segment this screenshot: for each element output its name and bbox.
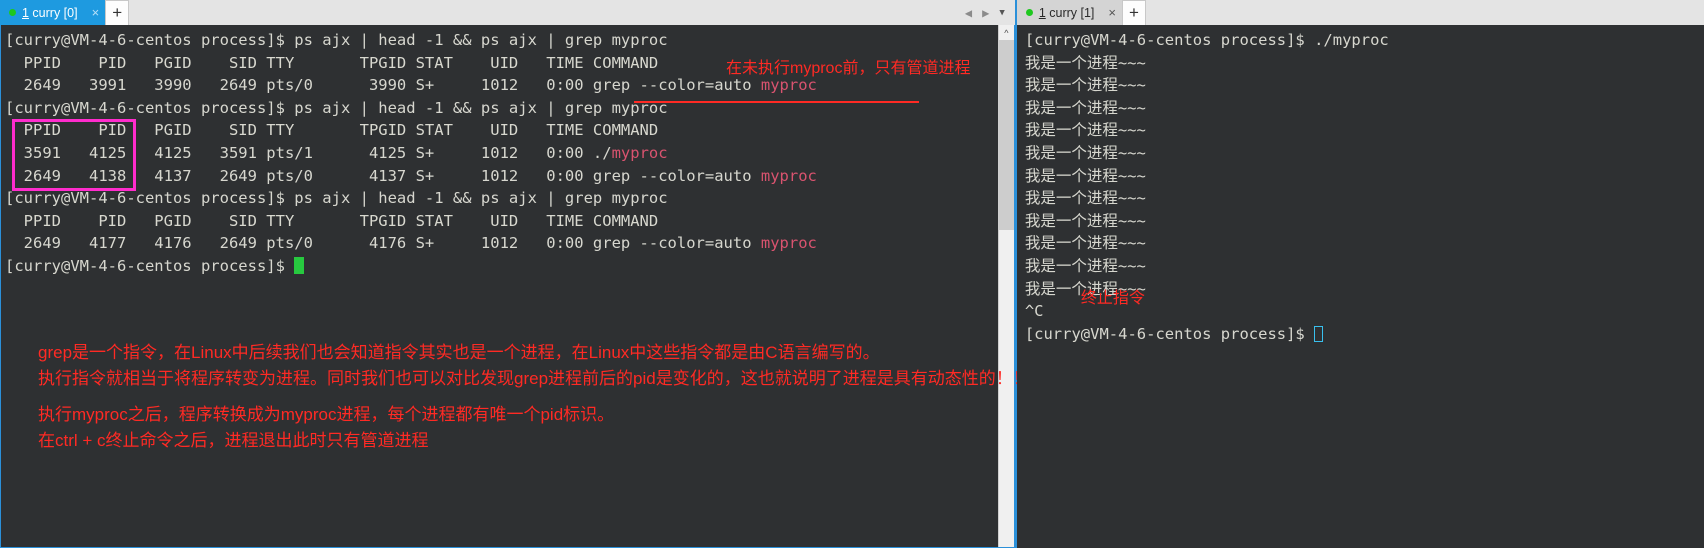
- left-pane: 1 curry [0] × + ◀ ▶ ▼ [curry@VM-4-6-cent…: [0, 0, 1030, 548]
- terminal-text: PPID PID PGID SID TTY TPGID STAT UID TIM…: [5, 121, 659, 140]
- left-scrollbar[interactable]: ^: [997, 25, 1014, 547]
- tabstrip-filler: [1145, 0, 1704, 25]
- left-terminal-wrap: [curry@VM-4-6-centos process]$ ps ajx | …: [0, 25, 1015, 548]
- terminal-line: 我是一个进程~~~: [1025, 74, 1704, 97]
- terminal-line: [curry@VM-4-6-centos process]$ ./myproc: [1025, 29, 1704, 52]
- terminal-text: 我是一个进程~~~: [1024, 189, 1146, 208]
- annotation-body-line-1: grep是一个指令，在Linux中后续我们也会知道指令其实也是一个进程，在Lin…: [38, 343, 880, 362]
- terminal-cursor: [294, 256, 305, 274]
- terminal-text: 3591 4125 4125 3591 pts/1 4125 S+ 1012 0…: [5, 143, 612, 162]
- terminal-line: [curry@VM-4-6-centos process]$ ps ajx | …: [5, 187, 998, 210]
- terminal-text: [curry@VM-4-6-centos process]$ ./myproc: [1024, 31, 1389, 49]
- terminal-text: PPID PID PGID SID TTY TPGID STAT UID TIM…: [5, 53, 659, 72]
- new-tab-button[interactable]: +: [105, 0, 130, 25]
- terminal-line: 我是一个进程~~~: [1025, 165, 1704, 188]
- terminal-line: 我是一个进程~~~: [1025, 97, 1704, 120]
- terminal-text: 我是一个进程~~~: [1024, 234, 1146, 253]
- terminal-line: 我是一个进程~~~: [1025, 119, 1704, 142]
- nav-forward-icon[interactable]: ▶: [982, 6, 989, 20]
- close-icon[interactable]: ×: [92, 6, 100, 19]
- terminal-text: myproc: [611, 143, 668, 162]
- terminal-line: 我是一个进程~~~: [1025, 210, 1704, 233]
- terminal-text: 我是一个进程~~~: [1024, 98, 1146, 117]
- annotation-kill-note: 终止指令: [1080, 290, 1145, 307]
- left-tabstrip: 1 curry [0] × + ◀ ▶ ▼: [0, 0, 1015, 25]
- terminal-text: 我是一个进程~~~: [1024, 256, 1146, 275]
- chevron-down-icon[interactable]: ▼: [999, 8, 1004, 18]
- terminal-cursor: [1314, 325, 1324, 342]
- right-pane: 1 curry [1] × + [curry@VM-4-6-centos pro…: [1016, 0, 1704, 548]
- terminal-line: [curry@VM-4-6-centos process]$ ps ajx | …: [5, 97, 998, 120]
- tab-title-rest: curry [0]: [28, 5, 78, 20]
- terminal-text: [curry@VM-4-6-centos process]$ ps ajx | …: [5, 31, 668, 49]
- terminal-text: [curry@VM-4-6-centos process]$: [1024, 324, 1315, 343]
- right-tabstrip: 1 curry [1] × +: [1016, 0, 1704, 25]
- terminal-line: [curry@VM-4-6-centos process]$ ps ajx | …: [5, 29, 998, 52]
- terminal-line: PPID PID PGID SID TTY TPGID STAT UID TIM…: [5, 210, 998, 233]
- terminal-text: ^C: [1024, 302, 1044, 321]
- terminal-text: myproc: [760, 234, 817, 253]
- left-terminal-output[interactable]: [curry@VM-4-6-centos process]$ ps ajx | …: [1, 25, 998, 547]
- terminal-text: 我是一个进程~~~: [1024, 211, 1146, 230]
- annotation-body-line-4: 在ctrl + c终止命令之后，进程退出此时只有管道进程: [38, 431, 429, 450]
- tab-status-dot-icon: [9, 9, 16, 16]
- terminal-text: [curry@VM-4-6-centos process]$ ps ajx | …: [5, 98, 668, 117]
- terminal-text: 我是一个进程~~~: [1024, 121, 1146, 140]
- terminal-text: 2649 3991 3990 2649 pts/0 3990 S+ 1012 0…: [5, 76, 761, 95]
- terminal-text: myproc: [760, 76, 817, 95]
- terminal-line: 2649 4177 4176 2649 pts/0 4176 S+ 1012 0…: [5, 232, 998, 255]
- terminal-line: 我是一个进程~~~: [1025, 52, 1704, 75]
- terminal-text: 2649 4138 4137 2649 pts/0 4137 S+ 1012 0…: [5, 166, 761, 185]
- tab-title-rest: curry [1]: [1045, 5, 1095, 20]
- terminal-line: 2649 4138 4137 2649 pts/0 4137 S+ 1012 0…: [5, 165, 998, 188]
- terminal-text: [curry@VM-4-6-centos process]$: [5, 256, 295, 275]
- terminal-line: [curry@VM-4-6-centos process]$: [1025, 323, 1704, 346]
- terminal-text: 我是一个进程~~~: [1024, 166, 1146, 185]
- terminal-line: 3591 4125 4125 3591 pts/1 4125 S+ 1012 0…: [5, 142, 998, 165]
- tab-curry-0[interactable]: 1 curry [0] ×: [0, 0, 106, 25]
- annotation-top-note: 在未执行myproc前，只有管道进程: [726, 60, 971, 77]
- terminal-line: PPID PID PGID SID TTY TPGID STAT UID TIM…: [5, 119, 998, 142]
- tab-nav-controls: ◀ ▶ ▼: [958, 0, 1015, 25]
- new-tab-button[interactable]: +: [1121, 0, 1146, 25]
- terminal-text: 2649 4177 4176 2649 pts/0 4176 S+ 1012 0…: [5, 234, 761, 253]
- annotation-body-line-3: 执行myproc之后，程序转换成为myproc进程，每个进程都有唯一个pid标识…: [38, 405, 615, 424]
- terminal-text: 我是一个进程~~~: [1024, 143, 1146, 162]
- tab-title: 1 curry [1]: [1038, 5, 1095, 20]
- terminal-line: 我是一个进程~~~: [1025, 255, 1704, 278]
- terminal-app-window: 1 curry [0] × + ◀ ▶ ▼ [curry@VM-4-6-cent…: [0, 0, 1704, 548]
- scrollbar-thumb[interactable]: [998, 40, 1014, 230]
- tab-status-dot-icon: [1025, 9, 1033, 16]
- terminal-text: PPID PID PGID SID TTY TPGID STAT UID TIM…: [5, 211, 659, 230]
- nav-back-icon[interactable]: ◀: [965, 6, 972, 20]
- terminal-text: 我是一个进程~~~: [1024, 76, 1146, 95]
- terminal-text: 我是一个进程~~~: [1024, 53, 1146, 72]
- terminal-line: 我是一个进程~~~: [1025, 142, 1704, 165]
- terminal-text: [curry@VM-4-6-centos process]$ ps ajx | …: [5, 189, 668, 208]
- terminal-line: [curry@VM-4-6-centos process]$: [5, 255, 998, 278]
- terminal-text: myproc: [760, 166, 817, 185]
- annotation-body-line-2: 执行指令就相当于将程序转变为进程。同时我们也可以对比发现grep进程前后的pid…: [38, 369, 1030, 388]
- close-icon[interactable]: ×: [1108, 6, 1116, 19]
- tabstrip-filler: [129, 0, 959, 25]
- tab-curry-1[interactable]: 1 curry [1] ×: [1016, 0, 1122, 25]
- scroll-up-icon[interactable]: ^: [999, 25, 1014, 40]
- terminal-line: 我是一个进程~~~: [1025, 187, 1704, 210]
- tab-title: 1 curry [0]: [22, 5, 78, 20]
- terminal-line: 我是一个进程~~~: [1025, 232, 1704, 255]
